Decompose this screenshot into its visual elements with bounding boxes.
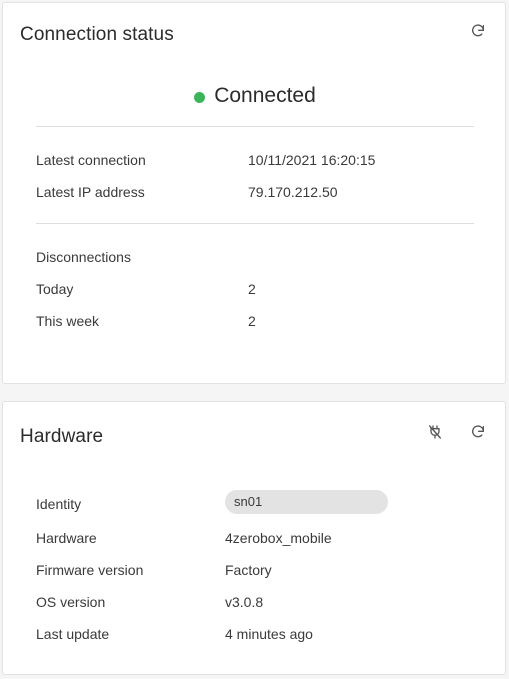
divider xyxy=(36,223,474,224)
week-value: 2 xyxy=(248,313,256,329)
latest-ip-label: Latest IP address xyxy=(36,184,145,200)
identity-field[interactable]: sn01 xyxy=(225,490,388,514)
os-version-value: v3.0.8 xyxy=(225,594,264,610)
hardware-value: 4zerobox_mobile xyxy=(225,530,332,546)
os-version-label: OS version xyxy=(36,594,106,610)
firmware-label: Firmware version xyxy=(36,562,144,578)
latest-connection-label: Latest connection xyxy=(36,152,146,168)
last-update-label: Last update xyxy=(36,626,110,642)
last-update-value: 4 minutes ago xyxy=(225,626,313,642)
status-dot-icon xyxy=(194,91,206,103)
refresh-icon[interactable] xyxy=(468,422,488,442)
today-label: Today xyxy=(36,281,74,297)
connection-status-title: Connection status xyxy=(20,24,174,45)
disconnections-heading: Disconnections xyxy=(36,249,131,265)
connection-status-text: Connected xyxy=(214,84,316,107)
latest-connection-value: 10/11/2021 16:20:15 xyxy=(248,152,376,168)
today-value: 2 xyxy=(248,281,256,297)
hardware-card: Hardware Identity sn01 Hardware 4zerobox… xyxy=(2,401,506,675)
identity-label: Identity xyxy=(36,496,82,512)
hardware-label: Hardware xyxy=(36,530,97,546)
connection-status-indicator: Connected xyxy=(3,84,507,108)
unplug-icon[interactable] xyxy=(425,422,445,442)
connection-status-card: Connection status Connected Latest conne… xyxy=(2,2,506,384)
firmware-value: Factory xyxy=(225,562,272,578)
refresh-icon[interactable] xyxy=(468,21,488,41)
latest-ip-value: 79.170.212.50 xyxy=(248,184,338,200)
hardware-title: Hardware xyxy=(20,426,104,447)
week-label: This week xyxy=(36,313,100,329)
divider xyxy=(36,126,474,127)
